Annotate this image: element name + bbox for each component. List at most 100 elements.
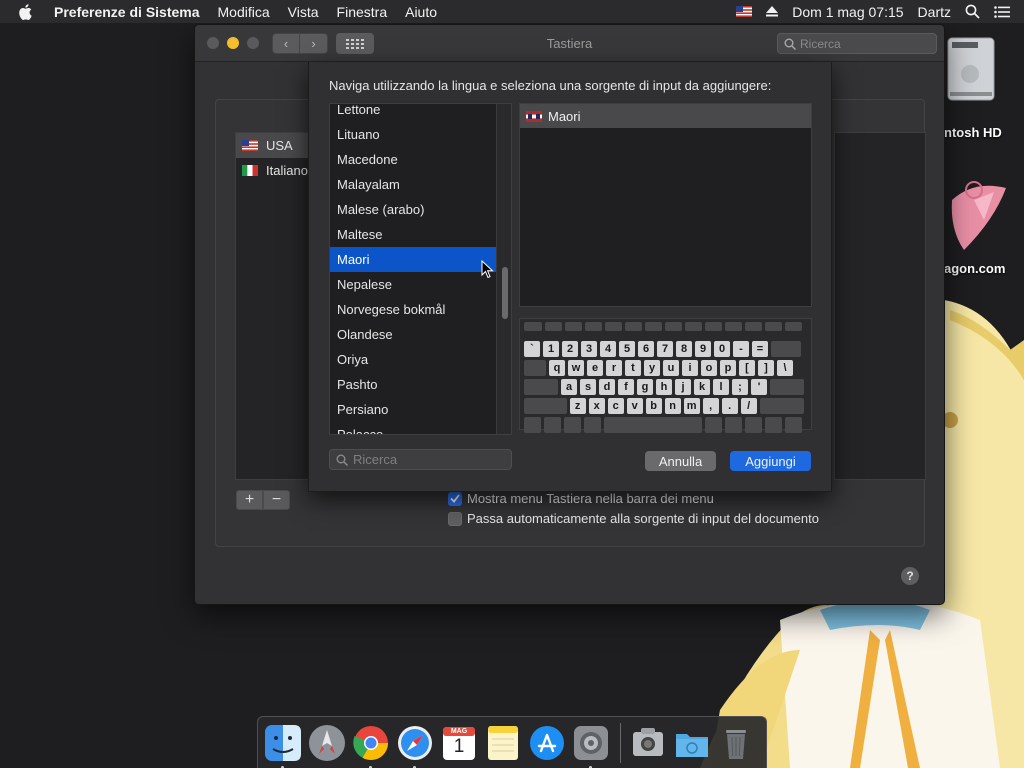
modifier-key [725, 417, 742, 433]
modifier-key [524, 417, 541, 433]
menu-modifica[interactable]: Modifica [218, 4, 270, 20]
keyboard-key: 7 [657, 341, 673, 357]
show-menu-label: Mostra menu Tastiera nella barra dei men… [467, 491, 714, 506]
language-item[interactable]: Malayalam [330, 172, 496, 197]
nz-maori-flag-icon [526, 110, 542, 122]
language-item[interactable]: Olandese [330, 322, 496, 347]
language-item[interactable]: Oriya [330, 347, 496, 372]
eject-icon[interactable] [766, 6, 779, 17]
add-input-source-sheet: Naviga utilizzando la lingua e seleziona… [308, 62, 832, 492]
language-item[interactable]: Macedone [330, 147, 496, 172]
function-key [524, 322, 542, 331]
add-source-button[interactable]: + [236, 490, 263, 510]
menu-finestra[interactable]: Finestra [337, 4, 388, 20]
keyboard-key: [ [739, 360, 755, 376]
hard-disk-label: ntosh HD [944, 125, 1002, 140]
language-item[interactable]: Polacco [330, 422, 496, 434]
mouse-cursor-icon [481, 260, 494, 279]
menu-aiuto[interactable]: Aiuto [405, 4, 437, 20]
scrollbar-thumb[interactable] [502, 267, 508, 319]
auto-switch-label: Passa automaticamente alla sorgente di i… [467, 511, 819, 526]
hard-disk-icon[interactable] [944, 34, 996, 108]
function-key [685, 322, 702, 331]
input-source-option-label: Maori [548, 108, 581, 124]
modifier-key [584, 417, 601, 433]
modifier-key [705, 417, 722, 433]
notes-icon[interactable] [484, 724, 522, 762]
trash-icon[interactable] [717, 724, 755, 762]
menu-app-name[interactable]: Preferenze di Sistema [54, 4, 200, 20]
keyboard-key: 1 [543, 341, 559, 357]
modifier-key [524, 398, 567, 414]
menu-vista[interactable]: Vista [288, 4, 319, 20]
help-button[interactable]: ? [901, 567, 919, 585]
keyboard-key: a [561, 379, 577, 395]
keyboard-key: z [569, 398, 586, 414]
language-item[interactable]: Pashto [330, 372, 496, 397]
keyboard-key: 9 [695, 341, 711, 357]
window-search-field[interactable]: Ricerca [777, 33, 937, 54]
keyboard-key: n [664, 398, 681, 414]
apple-menu-icon[interactable] [18, 3, 40, 20]
function-key [585, 322, 602, 331]
language-list-scrollbar[interactable] [496, 104, 511, 434]
system-preferences-icon[interactable] [572, 724, 610, 768]
function-key [565, 322, 582, 331]
auto-switch-checkbox[interactable] [448, 511, 462, 526]
keyboard-key: j [675, 379, 691, 395]
language-item[interactable]: Lituano [330, 122, 496, 147]
spotlight-search-icon[interactable] [965, 4, 980, 19]
keyboard-key: x [588, 398, 605, 414]
show-menu-checkbox[interactable] [448, 491, 462, 506]
keyboard-layout-preview: ` 1 2 3 4 5 6 7 8 9 0- = q w e r t y u i o p[] \ a s d f g h j k l; ' z x c… [519, 318, 812, 433]
notification-center-icon[interactable] [994, 5, 1010, 18]
title-bar[interactable]: ‹ › Tastiera Ricerca [195, 25, 944, 62]
keyboard-row: z x c v b n m,. / [524, 398, 807, 414]
language-search-field[interactable]: Ricerca [329, 449, 512, 470]
language-item[interactable]: Persiano [330, 397, 496, 422]
keyboard-row: q w e r t y u i o p[] \ [524, 360, 807, 376]
cancel-button[interactable]: Annulla [645, 451, 716, 471]
chrome-icon[interactable] [352, 724, 390, 768]
app-store-icon[interactable] [528, 724, 566, 762]
add-button[interactable]: Aggiungi [730, 451, 811, 471]
keyboard-key: ] [758, 360, 774, 376]
finder-icon[interactable] [264, 724, 302, 768]
function-key [705, 322, 722, 331]
keyboard-key: o [701, 360, 717, 376]
keyboard-row: ` 1 2 3 4 5 6 7 8 9 0- = [524, 341, 807, 357]
arrow-key [745, 417, 762, 433]
auto-switch-option[interactable]: Passa automaticamente alla sorgente di i… [448, 511, 819, 526]
keyboard-key: v [626, 398, 643, 414]
function-key [665, 322, 682, 331]
keyboard-key: r [606, 360, 622, 376]
calendar-icon[interactable]: MAG 1 [440, 724, 478, 762]
downloads-folder-icon[interactable] [673, 724, 711, 762]
language-item[interactable]: Lettone [330, 104, 496, 122]
input-source-flag-icon[interactable] [736, 6, 753, 17]
input-source-preview [834, 132, 926, 480]
menu-bar: Preferenze di Sistema Modifica Vista Fin… [0, 0, 1024, 23]
clock-text[interactable]: Dom 1 mag 07:15 [792, 4, 903, 20]
input-source-options-list[interactable]: Maori [519, 103, 812, 307]
show-menu-option[interactable]: Mostra menu Tastiera nella barra dei men… [448, 491, 714, 506]
keyboard-key: 2 [562, 341, 578, 357]
image-capture-icon[interactable] [629, 724, 667, 762]
remove-source-button[interactable]: − [263, 490, 290, 510]
language-item[interactable]: Nepalese [330, 272, 496, 297]
input-source-option[interactable]: Maori [520, 104, 811, 128]
keyboard-key: , [702, 398, 719, 414]
language-item[interactable]: Maori [330, 247, 496, 272]
launchpad-icon[interactable] [308, 724, 346, 762]
safari-icon[interactable] [396, 724, 434, 768]
language-item[interactable]: Norvegese bokmål [330, 297, 496, 322]
search-icon [784, 38, 796, 50]
keyboard-key: y [644, 360, 660, 376]
modifier-key [524, 360, 546, 376]
keyboard-key: d [599, 379, 615, 395]
keyboard-key: 5 [619, 341, 635, 357]
language-item[interactable]: Maltese [330, 222, 496, 247]
user-name[interactable]: Dartz [918, 4, 951, 20]
window-search-placeholder: Ricerca [800, 36, 841, 51]
language-item[interactable]: Malese (arabo) [330, 197, 496, 222]
